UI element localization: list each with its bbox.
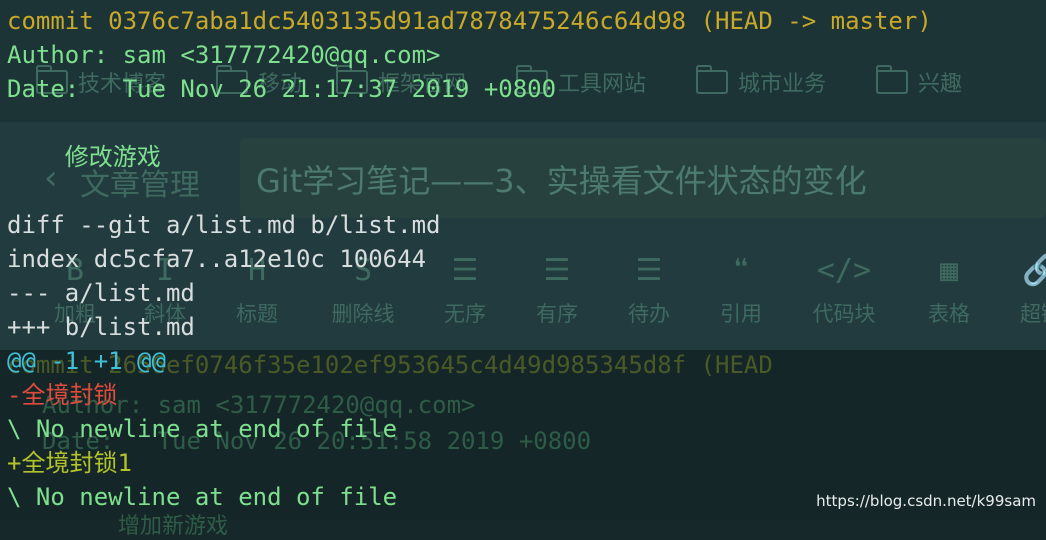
diff-header: diff --git a/list.md b/list.md: [7, 211, 441, 239]
toolbar-todo-button[interactable]: ☰ 待办: [614, 252, 684, 328]
bookmark-folder[interactable]: 城市业务: [696, 65, 826, 98]
toolbar-ordered-list-button[interactable]: ☰ 有序: [522, 252, 592, 328]
toolbar-link-button[interactable]: 🔗超链: [1006, 252, 1046, 328]
diff-index-line: index dc5cfa7..a12e10c 100644: [7, 245, 427, 273]
commit-line: commit 0376c7aba1dc5403135d91ad787847524…: [7, 4, 932, 38]
diff-removed-line: -全境封锁: [7, 381, 118, 409]
toolbar-unordered-list-button[interactable]: ☰ 无序: [430, 252, 500, 328]
commit-hash: commit 0376c7aba1dc5403135d91ad787847524…: [7, 7, 687, 35]
watermark-url: https://blog.csdn.net/k99sam: [816, 492, 1036, 510]
toolbar-code-block-button[interactable]: </> 代码块: [806, 252, 882, 328]
diff-old-file: --- a/list.md: [7, 279, 195, 307]
diff-hunk-header: @@ -1 +1 @@: [7, 347, 166, 375]
toolbar-quote-button[interactable]: ❝ 引用: [706, 252, 776, 328]
author-line: Author: sam <317772420@qq.com>: [7, 41, 441, 69]
diff-new-file: +++ b/list.md: [7, 313, 195, 341]
commit-refs: (HEAD -> master): [686, 7, 932, 35]
no-newline-notice: \ No newline at end of file: [7, 415, 398, 443]
diff-added-line: +全境封锁1: [7, 449, 132, 477]
bookmark-folder[interactable]: 兴趣: [876, 65, 962, 98]
article-title-text: Git学习笔记——3、实操看文件状态的变化: [256, 162, 867, 200]
toolbar-table-button[interactable]: ▦ 表格: [914, 252, 984, 328]
date-line: Date: Tue Nov 26 21:17:37 2019 +0800: [7, 75, 557, 103]
no-newline-notice: \ No newline at end of file: [7, 483, 398, 511]
folder-icon: [876, 65, 908, 94]
folder-icon: [696, 65, 728, 94]
commit-message: 修改游戏: [7, 143, 161, 171]
